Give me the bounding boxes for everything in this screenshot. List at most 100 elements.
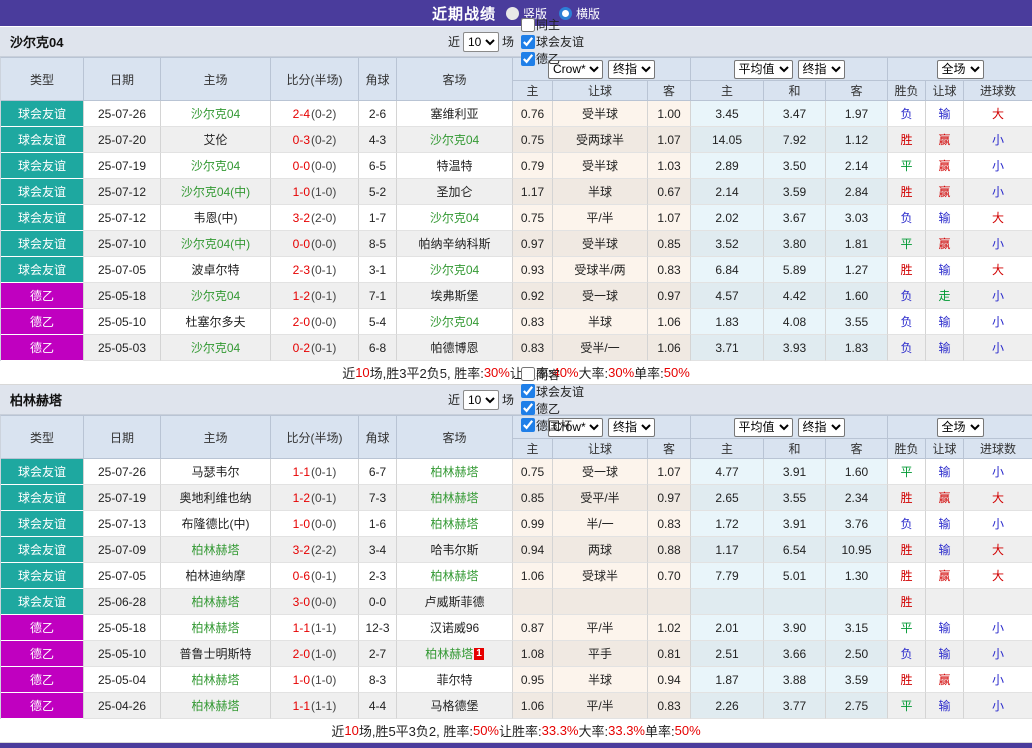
score-cell: 0-6 (0-1) (271, 563, 359, 589)
subcolumn-header: 客 (648, 439, 691, 459)
match-count-select[interactable]: 10 (462, 389, 499, 410)
home-team-cell: 沙尔克04(中) (161, 179, 271, 205)
away-team-name[interactable]: 柏林赫塔 (430, 489, 478, 506)
checkbox-input[interactable] (521, 367, 535, 381)
home-team-name[interactable]: 沙尔克04(中) (181, 183, 250, 200)
handicap-away-odds-cell: 1.00 (648, 101, 691, 127)
checkbox-input[interactable] (521, 51, 535, 66)
avg-stage-select[interactable]: 终指 (797, 59, 845, 79)
away-team-cell: 汉诺威96 (397, 615, 513, 641)
filter-checkbox-同主[interactable]: 同主 (517, 16, 584, 33)
filter-bar: 近 10 场 同客 球会友谊 德乙 德国杯 (448, 366, 584, 434)
home-team-name[interactable]: 沙尔克04 (191, 339, 240, 356)
away-team-cell: 柏林赫塔 1 (397, 641, 513, 667)
checkbox-input[interactable] (521, 384, 535, 398)
filter-checkbox-同客[interactable]: 同客 (517, 366, 584, 383)
goals-result-cell: 大 (964, 485, 1032, 511)
home-team-name[interactable]: 柏林赫塔 (191, 619, 239, 636)
subcolumn-header: 让球 (926, 81, 964, 101)
home-team-name[interactable]: 柏林赫塔 (191, 541, 239, 558)
handicap-away-odds-cell: 0.88 (648, 537, 691, 563)
summary-segment: 30% (608, 365, 635, 380)
away-team-name[interactable]: 沙尔克04 (430, 313, 479, 330)
subcolumn-header: 进球数 (964, 81, 1032, 101)
checkbox-input[interactable] (521, 418, 535, 432)
handicap-line-cell: 半/一 (553, 511, 648, 537)
filter-checkbox-德乙[interactable]: 德乙 (517, 400, 584, 417)
avg-home-odds-cell: 2.89 (691, 153, 764, 179)
avg-draw-odds-cell: 3.50 (764, 153, 826, 179)
score-cell: 0-0 (0-0) (271, 153, 359, 179)
avg-source-select[interactable]: 平均值 (733, 59, 793, 79)
odds-stage-select[interactable]: 终指 (608, 417, 655, 437)
match-count-select[interactable]: 10 (462, 31, 499, 52)
home-team-name[interactable]: 柏林赫塔 (191, 593, 239, 610)
away-team-name[interactable]: 沙尔克04 (430, 209, 479, 226)
halftime-score: (1-1) (311, 620, 337, 635)
fulltime-score: 0-3 (292, 132, 310, 147)
handicap-away-odds-cell: 0.70 (648, 563, 691, 589)
handicap-away-odds-cell: 0.83 (648, 693, 691, 719)
filter-checkbox-德国杯[interactable]: 德国杯 (517, 417, 584, 434)
away-team-name[interactable]: 柏林赫塔 (430, 567, 478, 584)
home-team-cell: 柏林赫塔 (161, 615, 271, 641)
filter-checkbox-球会友谊[interactable]: 球会友谊 (517, 383, 584, 400)
corner-cell: 4-3 (359, 127, 397, 153)
filter-prefix: 近 (447, 35, 460, 49)
home-team-name[interactable]: 沙尔克04 (191, 287, 240, 304)
avg-draw-odds-cell: 3.88 (764, 667, 826, 693)
halftime-score: (0-2) (311, 132, 337, 147)
avg-home-odds-cell: 4.57 (691, 283, 764, 309)
halftime-score: (1-0) (311, 646, 337, 661)
home-team-name[interactable]: 柏林赫塔 (191, 671, 239, 688)
filter-checkbox-德乙[interactable]: 德乙 (517, 50, 584, 67)
goals-result-cell: 小 (964, 231, 1032, 257)
fulltime-score: 1-1 (292, 698, 310, 713)
handicap-away-odds-cell: 1.07 (648, 459, 691, 485)
home-team-name[interactable]: 沙尔克04(中) (181, 235, 250, 252)
away-team-name[interactable]: 沙尔克04 (430, 131, 479, 148)
scope-select[interactable]: 全场 (936, 417, 984, 437)
goals-result-cell: 小 (964, 511, 1032, 537)
avg-home-odds-cell: 2.02 (691, 205, 764, 231)
home-team-cell: 杜塞尔多夫 (161, 309, 271, 335)
home-team-name[interactable]: 沙尔克04 (191, 157, 240, 174)
away-team-name[interactable]: 柏林赫塔 (430, 515, 478, 532)
avg-home-odds-cell: 1.83 (691, 309, 764, 335)
halftime-score: (1-1) (311, 698, 337, 713)
checkbox-input[interactable] (521, 401, 535, 415)
team-name: 柏林赫塔 (10, 393, 63, 408)
handicap-line-cell: 平/半 (553, 615, 648, 641)
odds-stage-select[interactable]: 终指 (608, 59, 655, 79)
home-team-cell: 柏林赫塔 (161, 667, 271, 693)
handicap-line-cell: 平/半 (553, 693, 648, 719)
corner-cell: 6-8 (359, 335, 397, 361)
corner-cell: 3-1 (359, 257, 397, 283)
away-team-cell: 柏林赫塔 (397, 511, 513, 537)
avg-source-select[interactable]: 平均值 (733, 417, 793, 437)
checkbox-input[interactable] (521, 17, 535, 32)
away-team-name[interactable]: 柏林赫塔 (425, 645, 473, 662)
summary-segment: 10 (355, 365, 370, 380)
halftime-score: (2-2) (311, 542, 337, 557)
avg-away-odds-cell: 2.50 (826, 641, 888, 667)
home-team-name[interactable]: 沙尔克04 (191, 105, 240, 122)
home-team-name: 杜塞尔多夫 (185, 315, 246, 329)
score-cell: 1-0 (0-0) (271, 511, 359, 537)
halftime-score: (0-0) (311, 236, 337, 251)
away-team-cell: 卢威斯菲德 (397, 589, 513, 615)
handicap-result-cell: 输 (926, 309, 964, 335)
section-schalke: 沙尔克04 近 10 场 同主 球会友谊 德乙 类型 日期 主场 比分(半场) 角球 客场 Cr… (0, 17, 1032, 385)
avg-away-odds-cell: 3.76 (826, 511, 888, 537)
away-team-name[interactable]: 柏林赫塔 (430, 463, 478, 480)
handicap-home-odds-cell: 0.92 (513, 283, 553, 309)
away-team-name[interactable]: 沙尔克04 (430, 261, 479, 278)
handicap-result-cell: 走 (926, 283, 964, 309)
checkbox-input[interactable] (521, 34, 535, 49)
filter-checkbox-球会友谊[interactable]: 球会友谊 (517, 33, 584, 50)
home-team-name[interactable]: 柏林赫塔 (191, 697, 239, 714)
scope-select[interactable]: 全场 (936, 59, 984, 79)
away-team-cell: 帕纳辛纳科斯 (397, 231, 513, 257)
handicap-away-odds-cell: 0.83 (648, 511, 691, 537)
avg-stage-select[interactable]: 终指 (797, 417, 845, 437)
